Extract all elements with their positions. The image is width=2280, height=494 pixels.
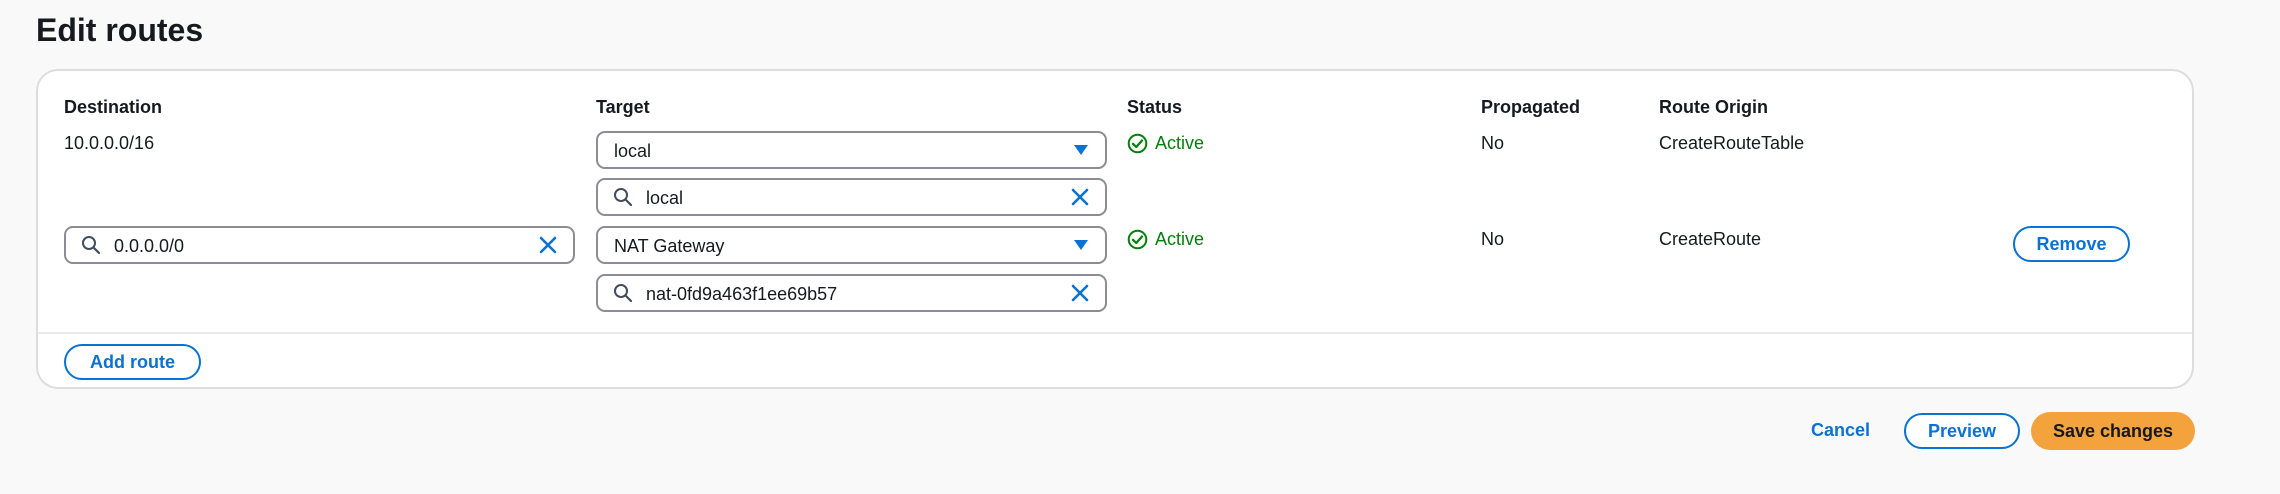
- row1-target-type-value: local: [614, 141, 652, 161]
- row1-status: Active: [1127, 131, 1204, 155]
- search-icon: [80, 228, 102, 262]
- header-destination: Destination: [64, 97, 163, 117]
- cancel-button[interactable]: Cancel: [1811, 418, 1870, 442]
- close-icon[interactable]: [537, 228, 559, 262]
- save-changes-button[interactable]: Save changes: [2031, 412, 2195, 450]
- search-icon: [612, 276, 634, 310]
- row2-status-label: Active: [1155, 229, 1205, 249]
- header-target: Target: [596, 97, 650, 117]
- add-route-button[interactable]: Add route: [64, 344, 201, 380]
- row1-destination: 10.0.0.0/16: [64, 133, 155, 153]
- row1-target-search-input[interactable]: local: [596, 178, 1107, 216]
- preview-button[interactable]: Preview: [1904, 413, 2020, 449]
- row2-destination-input[interactable]: 0.0.0.0/0: [64, 226, 575, 264]
- remove-route-button[interactable]: Remove: [2013, 226, 2130, 262]
- row1-target-search-value: local: [646, 188, 684, 208]
- row2-target-search-input[interactable]: nat-0fd9a463f1ee69b57: [596, 274, 1107, 312]
- row2-destination-value: 0.0.0.0/0: [114, 236, 185, 256]
- header-status: Status: [1127, 97, 1183, 117]
- caret-down-icon: [1071, 228, 1091, 262]
- row1-status-label: Active: [1155, 133, 1205, 153]
- close-icon[interactable]: [1069, 276, 1091, 310]
- row2-propagated: No: [1481, 229, 1505, 249]
- header-propagated: Propagated: [1481, 97, 1581, 117]
- header-route-origin: Route Origin: [1659, 97, 1768, 117]
- row2-status: Active: [1127, 227, 1204, 251]
- search-icon: [612, 180, 634, 214]
- row1-target-type-select[interactable]: local: [596, 131, 1107, 169]
- row2-route-origin: CreateRoute: [1659, 229, 1762, 249]
- row2-target-type-value: NAT Gateway: [614, 236, 725, 256]
- panel-divider: [38, 332, 2192, 334]
- row2-target-search-value: nat-0fd9a463f1ee69b57: [646, 284, 838, 304]
- row2-target-type-select[interactable]: NAT Gateway: [596, 226, 1107, 264]
- row1-route-origin: CreateRouteTable: [1659, 133, 1805, 153]
- row1-propagated: No: [1481, 133, 1505, 153]
- routes-panel: Destination Target Status Propagated Rou…: [36, 69, 2194, 389]
- check-circle-icon: [1127, 133, 1148, 153]
- close-icon[interactable]: [1069, 180, 1091, 214]
- caret-down-icon: [1071, 133, 1091, 167]
- page-title: Edit routes: [36, 12, 204, 48]
- check-circle-icon: [1127, 229, 1148, 249]
